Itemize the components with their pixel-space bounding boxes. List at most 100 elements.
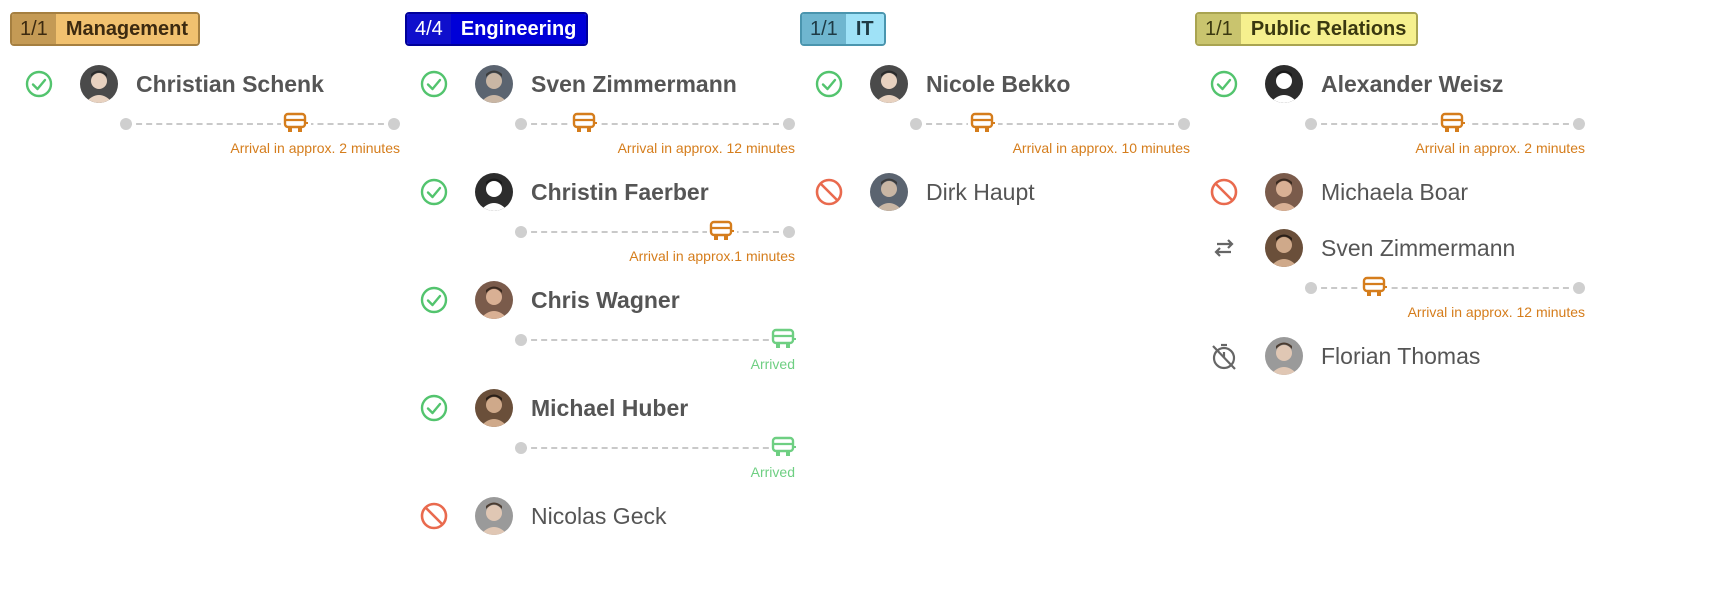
arrival-track [1305,108,1585,138]
check-icon [810,65,848,103]
blocked-icon [810,173,848,211]
member-entry[interactable]: Michael Huber Arrived [405,386,805,480]
track-end-dot [783,118,795,130]
arrival-eta: Arrival in approx.1 minutes [629,248,795,264]
car-icon [570,108,600,138]
check-icon [1205,65,1243,103]
car-icon [1360,272,1390,302]
arrival-eta: Arrival in approx. 12 minutes [617,140,795,156]
group-count: 1/1 [12,14,56,44]
arrival-eta: Arrival in approx. 10 minutes [1012,140,1190,156]
group-badge[interactable]: 1/1 IT [800,12,886,46]
avatar [475,497,513,535]
avatar [1265,65,1303,103]
arrival-track [515,216,795,246]
car-icon [1438,108,1469,138]
avatar [80,65,118,103]
member-name: Alexander Weisz [1321,70,1504,97]
member-entry[interactable]: Nicolas Geck [405,494,805,538]
car-icon [707,216,738,246]
member-name: Florian Thomas [1321,342,1481,369]
track-start-dot [515,442,527,454]
member-entry[interactable]: Alexander Weisz Arrival in approx. 2 min… [1195,62,1595,156]
arrival-track [120,108,400,138]
member-entry[interactable]: Sven Zimmermann Arrival in approx. 12 mi… [405,62,805,156]
member-name: Michaela Boar [1321,178,1469,205]
blocked-icon [1205,173,1243,211]
avatar [870,65,908,103]
check-icon [415,389,453,427]
check-icon [20,65,58,103]
timer-off-icon [1205,337,1243,375]
group-name: IT [845,14,884,44]
member-entry[interactable]: Christin Faerber Arrival in approx.1 min… [405,170,805,264]
group-count: 4/4 [407,14,451,44]
track-start-dot [515,226,527,238]
track-end-dot [1573,282,1585,294]
swap-icon [1205,229,1243,267]
member-name: Christian Schenk [136,70,324,97]
member-entry[interactable]: Dirk Haupt [800,170,1200,214]
group-column-it: 1/1 IT Nicole Bekko Arrival in approx. 1… [800,12,1200,211]
group-count: 1/1 [802,14,846,44]
member-entry[interactable]: Chris Wagner Arrived [405,278,805,372]
group-name: Engineering [450,14,587,44]
track-start-dot [1305,118,1317,130]
avatar [1265,173,1303,211]
avatar [475,281,513,319]
arrival-eta: Arrival in approx. 12 minutes [1407,304,1585,320]
track-end-dot [388,118,400,130]
check-icon [415,173,453,211]
car-icon [768,432,799,462]
member-entry[interactable]: Nicole Bekko Arrival in approx. 10 minut… [800,62,1200,156]
track-end-dot [783,226,795,238]
member-entry[interactable]: Michaela Boar [1195,170,1595,214]
car-icon [967,108,998,138]
group-badge[interactable]: 4/4 Engineering [405,12,589,46]
track-start-dot [1305,282,1317,294]
track-start-dot [910,118,922,130]
blocked-icon [415,497,453,535]
member-name: Michael Huber [531,394,689,421]
member-name: Dirk Haupt [926,178,1035,205]
group-badge[interactable]: 1/1 Management [10,12,201,46]
arrival-eta: Arrival in approx. 2 minutes [230,140,400,156]
member-entry[interactable]: Sven Zimmermann Arrival in approx. 12 mi… [1195,226,1595,320]
track-end-dot [1573,118,1585,130]
member-name: Nicole Bekko [926,70,1071,97]
group-name: Management [55,14,199,44]
member-entry[interactable]: Christian Schenk Arrival in approx. 2 mi… [10,62,410,156]
arrival-track [515,324,799,354]
avatar [475,173,513,211]
arrival-track [1305,272,1585,302]
group-badge[interactable]: 1/1 Public Relations [1195,12,1419,46]
avatar [475,65,513,103]
arrival-track [515,108,795,138]
group-column-engineering: 4/4 Engineering Sven Zimmermann Arrival … [405,12,805,535]
member-name: Sven Zimmermann [1321,234,1516,261]
member-entry[interactable]: Florian Thomas [1195,334,1595,378]
check-icon [415,65,453,103]
track-start-dot [515,118,527,130]
track-start-dot [515,334,527,346]
car-icon [281,108,312,138]
arrival-eta: Arrived [750,356,795,372]
avatar [475,389,513,427]
arrival-track [515,432,799,462]
group-name: Public Relations [1240,14,1417,44]
track-start-dot [120,118,132,130]
track-end-dot [1178,118,1190,130]
check-icon [415,281,453,319]
member-name: Christin Faerber [531,178,709,205]
car-icon [768,324,799,354]
arrival-eta: Arrived [750,464,795,480]
avatar [1265,337,1303,375]
group-column-public-relations: 1/1 Public Relations Alexander Weisz Arr… [1195,12,1595,375]
member-name: Nicolas Geck [531,502,667,529]
group-count: 1/1 [1197,14,1241,44]
arrival-track [910,108,1190,138]
arrival-eta: Arrival in approx. 2 minutes [1415,140,1585,156]
member-name: Sven Zimmermann [531,70,737,97]
member-name: Chris Wagner [531,286,680,313]
avatar [870,173,908,211]
